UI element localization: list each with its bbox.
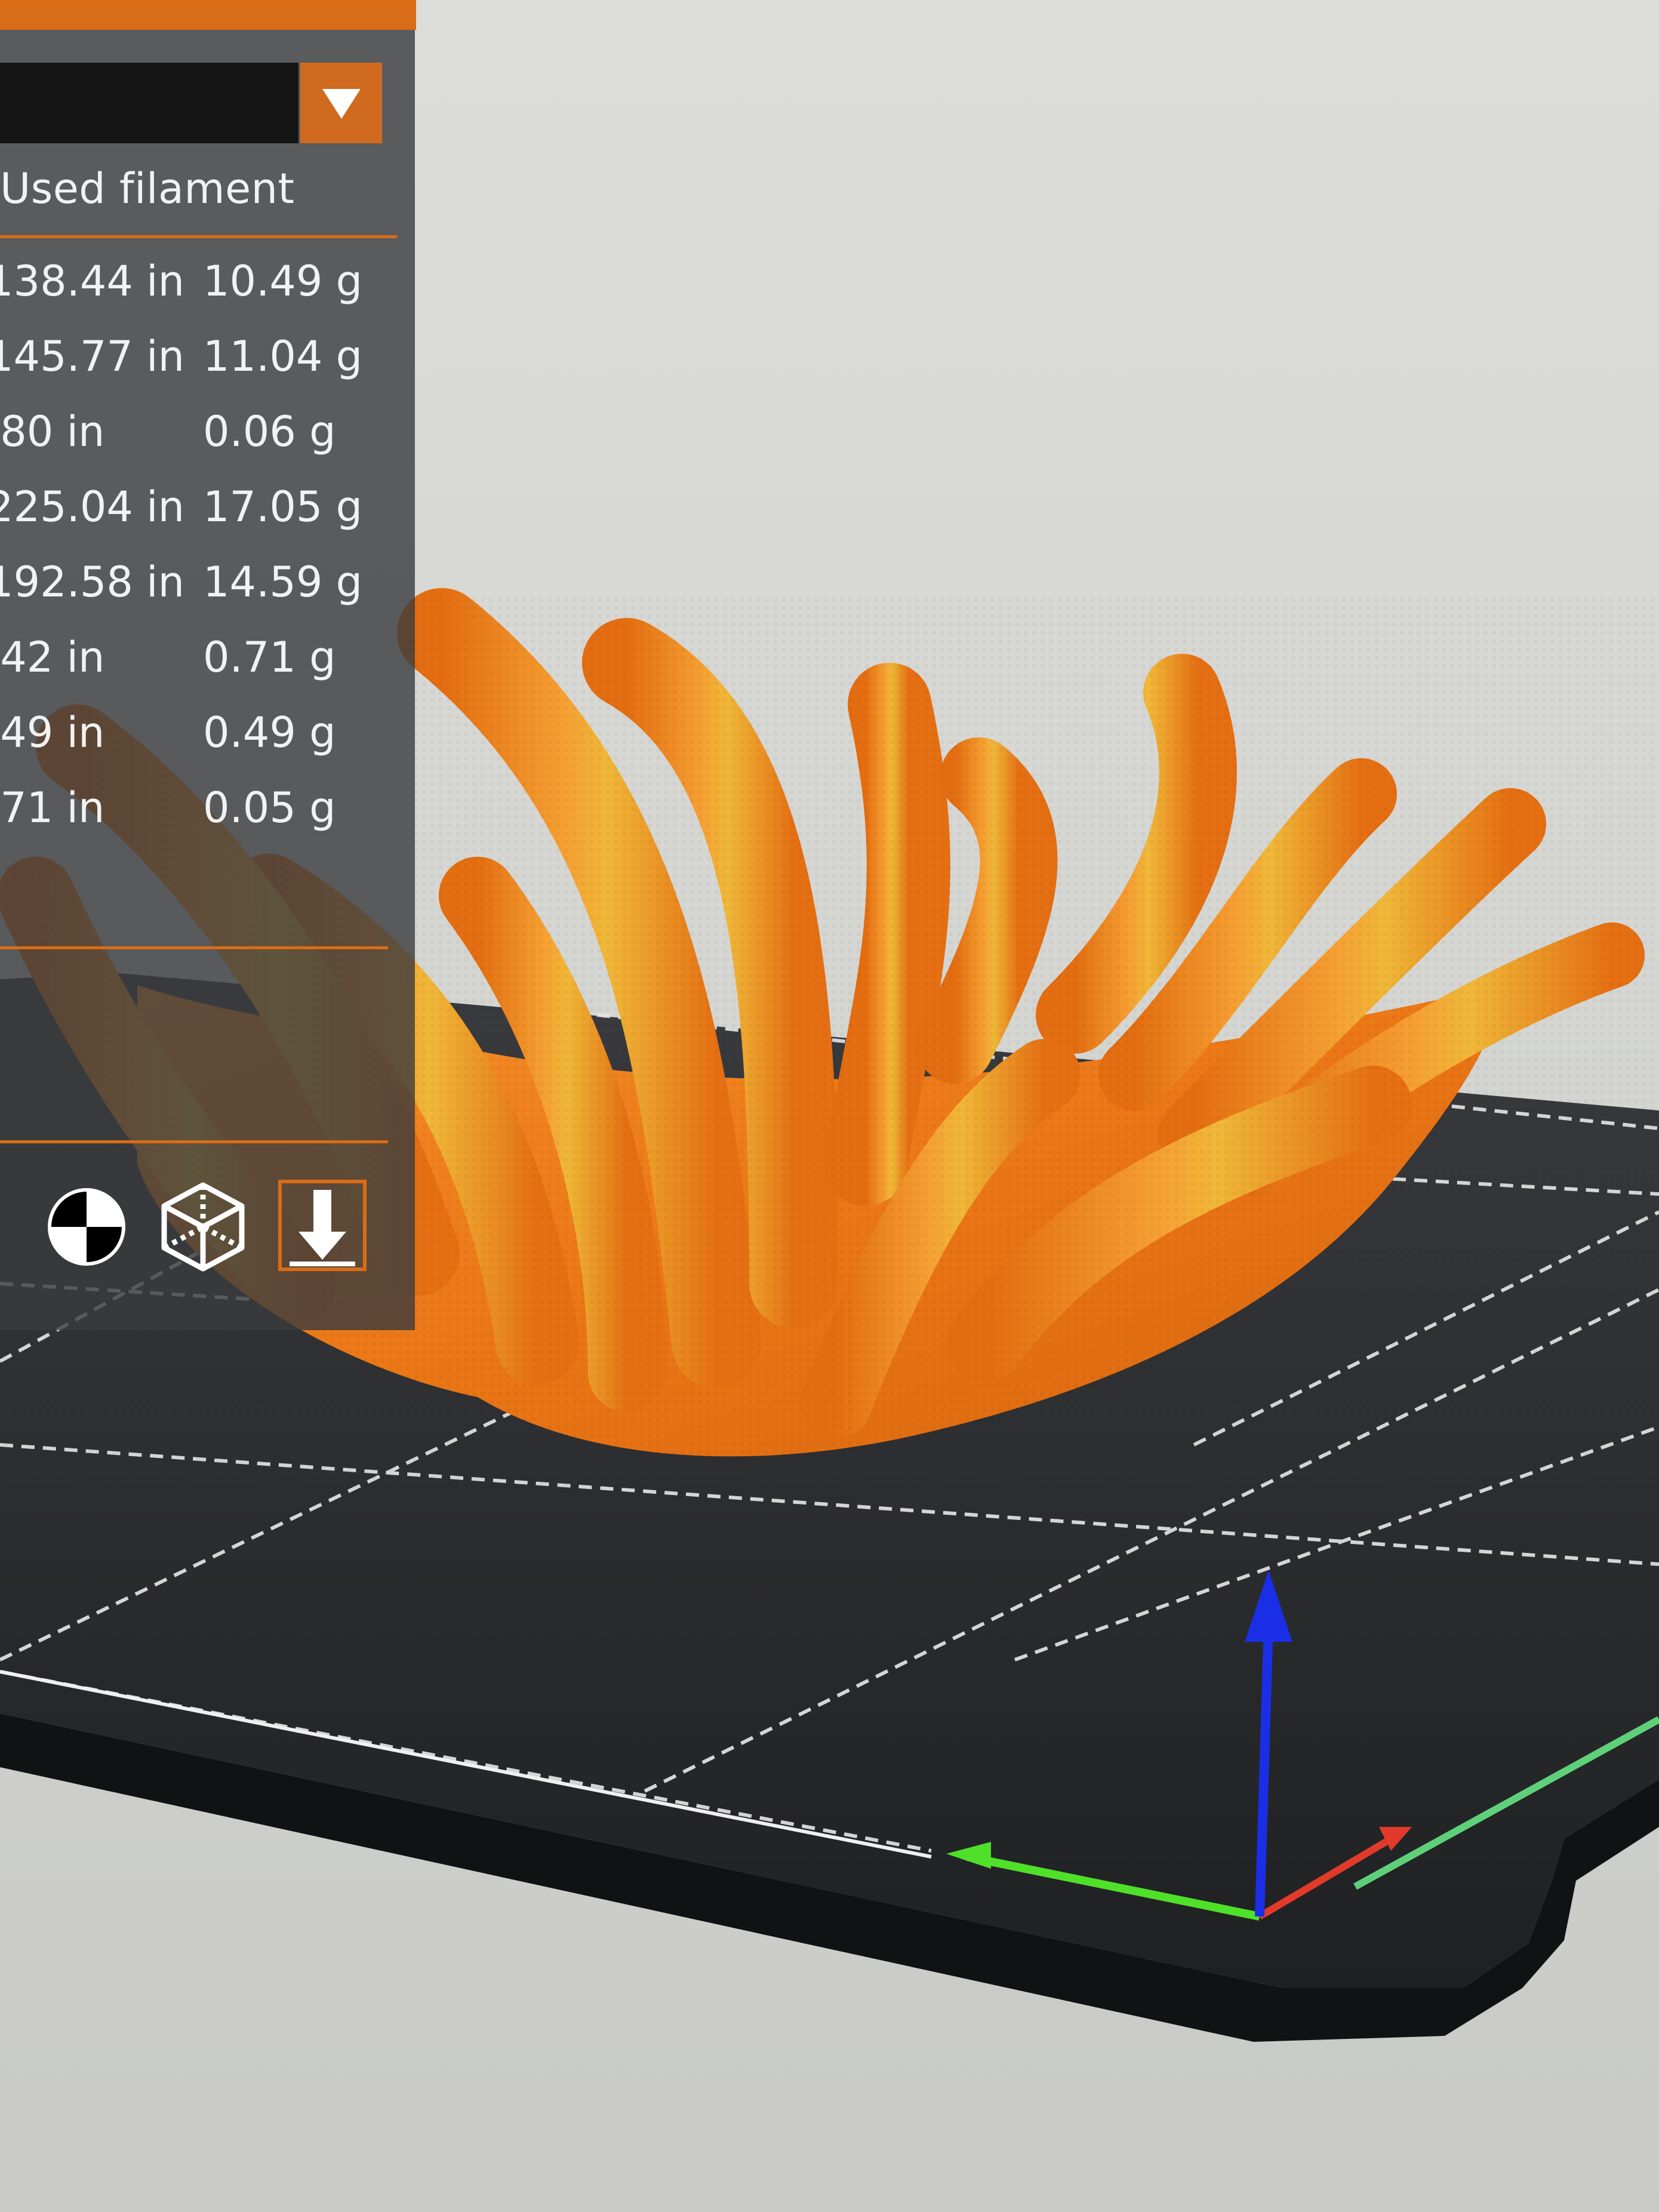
preset-combo[interactable] [0,63,298,143]
filament-weight: 14.59 g [203,558,363,607]
filament-row: .71 in 0.05 g [0,783,412,859]
filament-weight: 0.06 g [203,407,336,456]
filament-row: .49 in 0.49 g [0,708,412,783]
filament-weight: 11.04 g [203,332,363,381]
filament-row: .42 in 0.71 g [0,633,412,708]
center-of-mass-icon[interactable] [42,1179,131,1272]
partial-icon[interactable] [0,1179,12,1272]
filament-weight: 10.49 g [203,257,363,306]
chevron-down-icon [322,88,361,119]
sidebar-panel: Used filament 138.44 in 10.49 g 145.77 i… [0,0,416,1330]
filament-list: 138.44 in 10.49 g 145.77 in 11.04 g .80 … [0,257,412,859]
divider [0,235,397,238]
sidebar-header-strip [0,0,416,30]
divider [0,1140,388,1143]
place-on-bed-icon[interactable] [278,1179,367,1272]
filament-row: 138.44 in 10.49 g [0,257,412,332]
filament-length: .42 in [0,633,105,682]
filament-weight: 0.05 g [203,783,336,832]
3d-viewport[interactable]: Used filament 138.44 in 10.49 g 145.77 i… [0,0,1659,2212]
filament-row: 192.58 in 14.59 g [0,558,412,633]
filament-weight: 0.71 g [203,633,336,682]
wireframe-cube-icon[interactable] [158,1179,248,1272]
view-toolbar [0,1179,412,1284]
filament-length: 145.77 in [0,332,184,381]
filament-length: 192.58 in [0,558,184,607]
filament-row: 225.04 in 17.05 g [0,482,412,558]
filament-length: 138.44 in [0,257,184,306]
filament-row: 145.77 in 11.04 g [0,332,412,407]
filament-length: 225.04 in [0,482,184,531]
divider [0,946,388,949]
dropdown-button[interactable] [300,63,382,143]
filament-row: .80 in 0.06 g [0,407,412,482]
filament-weight: 17.05 g [203,482,363,531]
filament-length: .71 in [0,783,105,832]
filament-length: .49 in [0,708,105,757]
filament-weight: 0.49 g [203,708,336,757]
filament-length: .80 in [0,407,105,456]
used-filament-title: Used filament [0,164,295,213]
